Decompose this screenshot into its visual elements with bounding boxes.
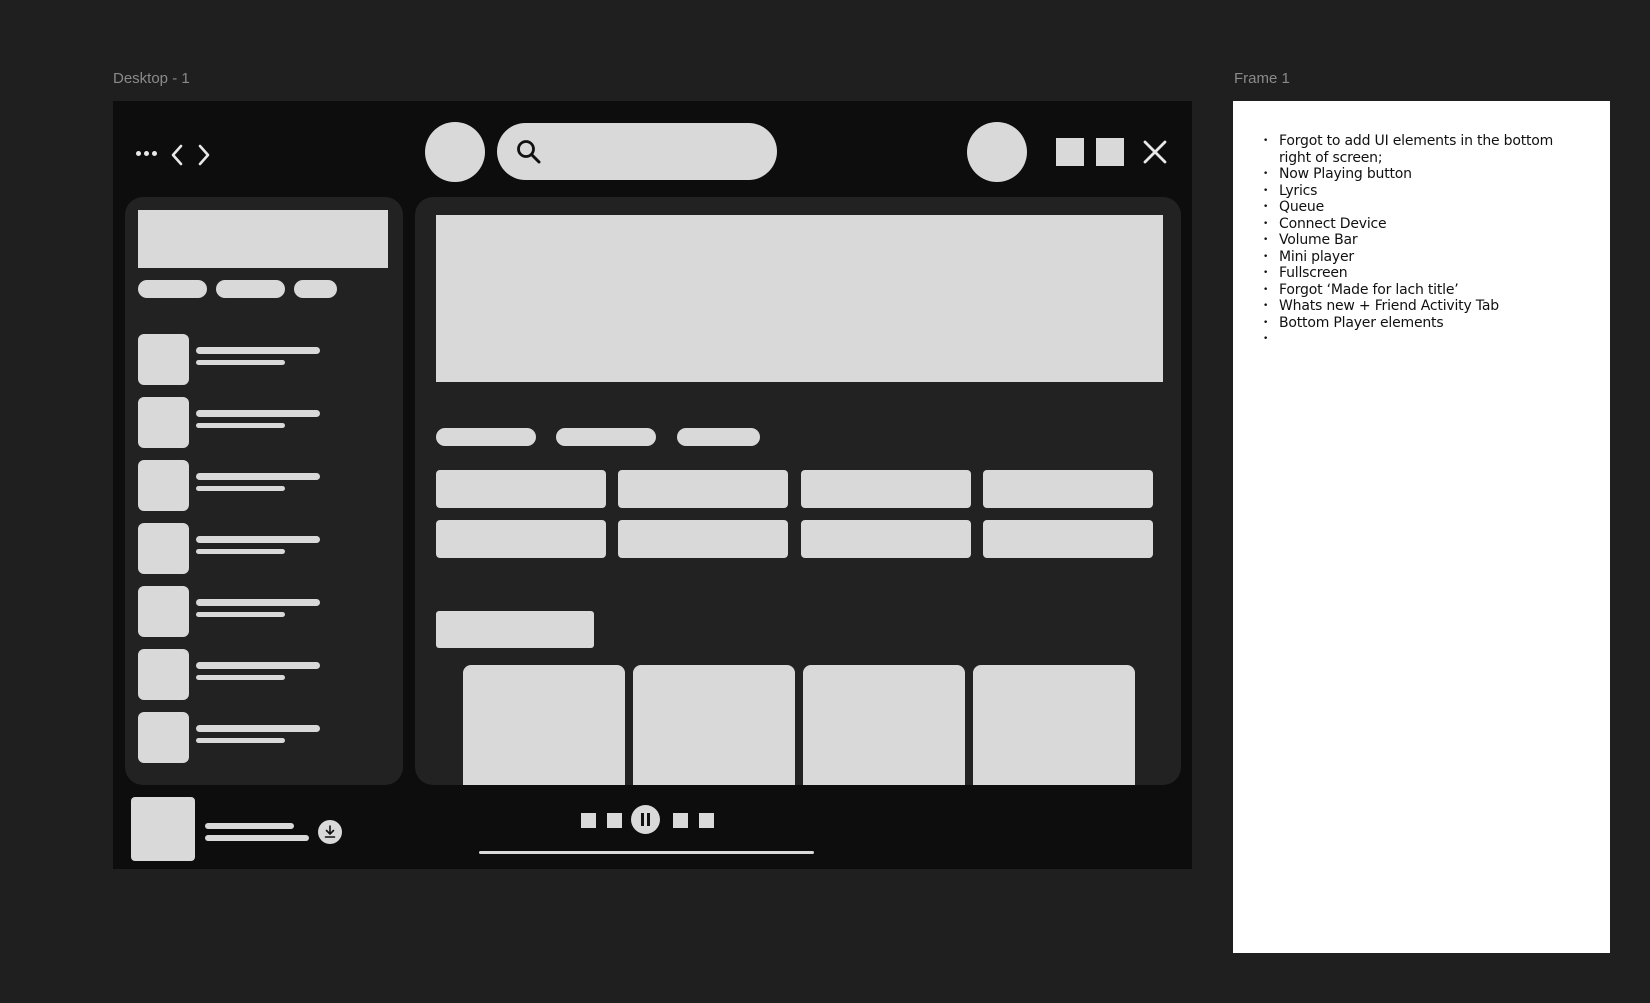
avatar[interactable]	[967, 122, 1027, 182]
list-item[interactable]	[138, 712, 328, 764]
list-item[interactable]	[138, 649, 328, 701]
hero-banner[interactable]	[436, 215, 1163, 382]
search-icon	[517, 140, 541, 164]
filter-chip[interactable]	[677, 428, 760, 446]
media-card[interactable]	[633, 665, 795, 785]
list-item: Volume Bar	[1263, 232, 1583, 249]
list-item: Fullscreen	[1263, 265, 1583, 282]
shortcut-tile[interactable]	[983, 520, 1153, 558]
previous-button[interactable]	[607, 813, 622, 828]
filter-chip[interactable]	[216, 280, 285, 298]
progress-bar[interactable]	[479, 851, 814, 854]
shortcut-tile[interactable]	[983, 470, 1153, 508]
list-item: Bottom Player elements	[1263, 315, 1583, 332]
chevron-left-icon[interactable]	[170, 144, 184, 166]
list-item: Queue	[1263, 199, 1583, 216]
list-item[interactable]	[138, 460, 328, 512]
search-input[interactable]	[497, 123, 777, 180]
frame-label-desktop: Desktop - 1	[113, 70, 190, 87]
list-item: Forgot ‘Made for lach title’	[1263, 282, 1583, 299]
media-card[interactable]	[803, 665, 965, 785]
notes-list: Forgot to add UI elements in the bottom …	[1263, 133, 1583, 348]
library-sidebar	[125, 197, 403, 785]
shortcut-tile[interactable]	[801, 520, 971, 558]
list-item[interactable]	[138, 334, 328, 386]
now-playing-cover[interactable]	[131, 797, 195, 861]
list-item: Mini player	[1263, 249, 1583, 266]
list-item[interactable]	[138, 586, 328, 638]
list-item: Connect Device	[1263, 216, 1583, 233]
list-item: Lyrics	[1263, 183, 1583, 200]
list-item: Whats new + Friend Activity Tab	[1263, 298, 1583, 315]
maximize-icon[interactable]	[1096, 138, 1124, 166]
close-icon[interactable]	[1142, 139, 1168, 165]
main-content	[415, 197, 1181, 785]
list-item[interactable]	[138, 397, 328, 449]
filter-chip[interactable]	[556, 428, 656, 446]
repeat-button[interactable]	[699, 813, 714, 828]
media-card[interactable]	[463, 665, 625, 785]
shuffle-button[interactable]	[581, 813, 596, 828]
frame-label-notes: Frame 1	[1234, 70, 1290, 87]
filter-chip[interactable]	[138, 280, 207, 298]
track-artist[interactable]	[205, 835, 309, 841]
filter-chip[interactable]	[294, 280, 337, 298]
list-item[interactable]	[138, 523, 328, 575]
home-button[interactable]	[425, 122, 485, 182]
track-title[interactable]	[205, 823, 294, 829]
shortcut-tile[interactable]	[436, 470, 606, 508]
filter-chip[interactable]	[436, 428, 536, 446]
shortcut-tile[interactable]	[618, 470, 788, 508]
next-button[interactable]	[673, 813, 688, 828]
notes-frame: Forgot to add UI elements in the bottom …	[1233, 101, 1610, 953]
media-card[interactable]	[973, 665, 1135, 785]
shortcut-tile[interactable]	[801, 470, 971, 508]
desktop-wireframe	[113, 101, 1192, 869]
minimize-icon[interactable]	[1056, 138, 1084, 166]
list-item: Forgot to add UI elements in the bottom …	[1263, 133, 1583, 166]
section-title	[436, 611, 594, 648]
shortcut-tile[interactable]	[436, 520, 606, 558]
library-header[interactable]	[138, 210, 388, 268]
list-item	[1263, 331, 1583, 348]
more-dots-icon[interactable]	[136, 151, 157, 156]
pause-icon[interactable]	[631, 805, 660, 834]
list-item: Now Playing button	[1263, 166, 1583, 183]
chevron-right-icon[interactable]	[197, 144, 211, 166]
download-icon[interactable]	[318, 820, 342, 844]
shortcut-tile[interactable]	[618, 520, 788, 558]
